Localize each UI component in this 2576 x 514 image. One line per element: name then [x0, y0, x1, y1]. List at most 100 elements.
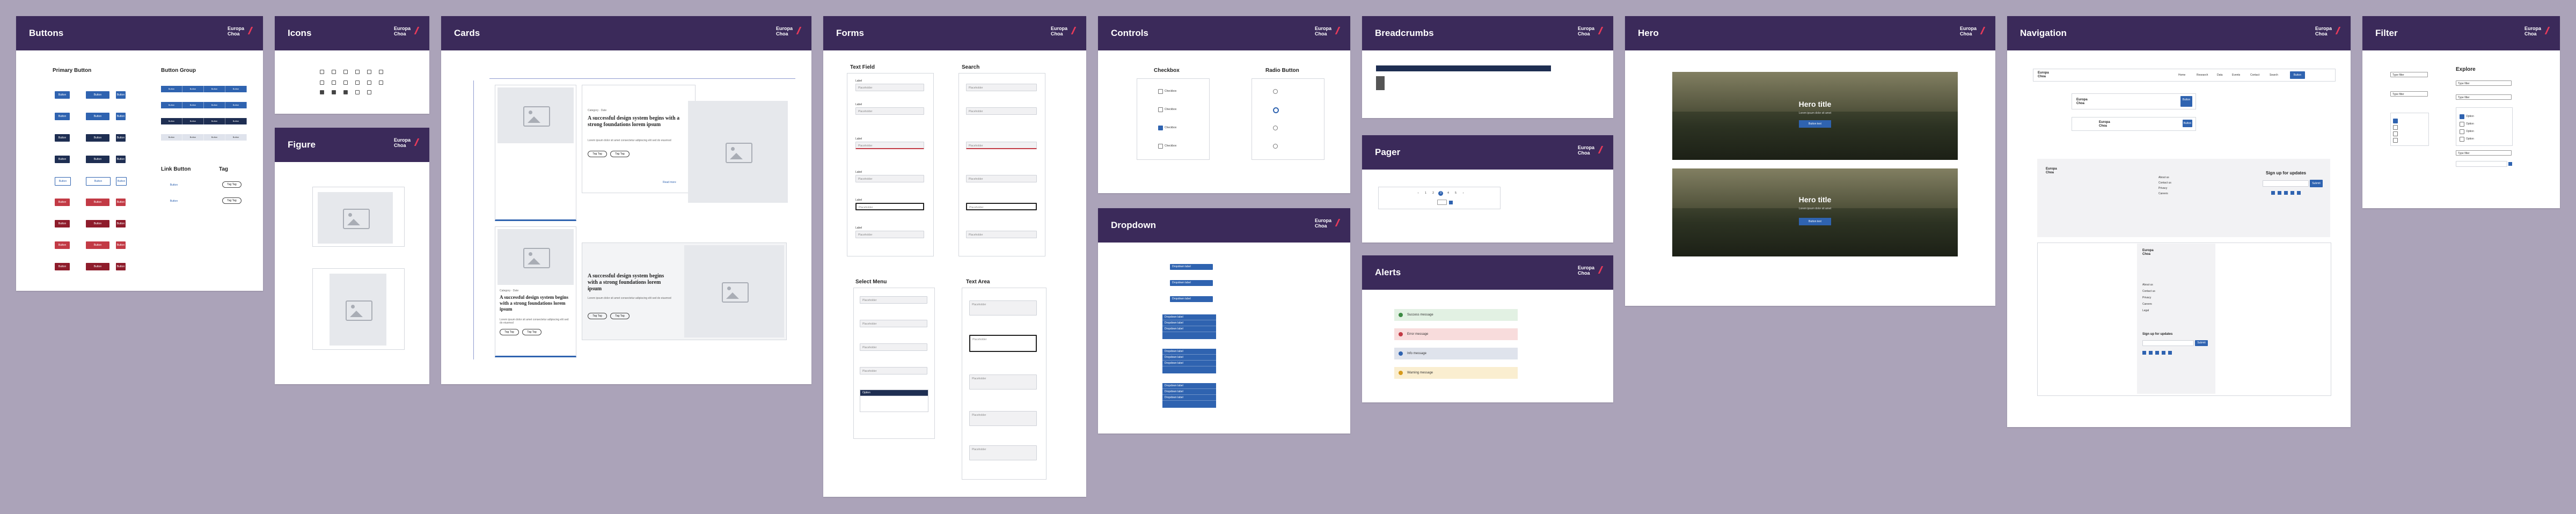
text-field[interactable]: Placeholder — [855, 231, 924, 238]
pager-page[interactable]: 5 — [1453, 191, 1458, 196]
nav-logo[interactable]: Europa Choa — [2076, 98, 2088, 106]
menu-button[interactable]: Button — [2183, 120, 2192, 127]
search-field[interactable]: Placeholder — [966, 142, 1037, 149]
filter-checkbox[interactable] — [2460, 114, 2464, 119]
card[interactable]: A successful design system begins with a… — [582, 243, 787, 340]
nav-logo[interactable]: Europa Choa — [2099, 121, 2110, 128]
primary-button[interactable]: Button — [86, 113, 109, 120]
filter-checkbox[interactable] — [2393, 131, 2398, 136]
primary-button[interactable]: Button — [86, 91, 109, 99]
select-menu[interactable]: Placeholder — [860, 343, 927, 351]
checkbox[interactable] — [1158, 107, 1163, 112]
primary-button[interactable]: Button — [55, 177, 71, 186]
primary-button[interactable]: Button — [55, 263, 70, 270]
signup-email[interactable] — [2263, 180, 2309, 187]
filter-checkbox[interactable] — [2460, 137, 2464, 142]
primary-button[interactable]: Button — [116, 177, 127, 186]
primary-button[interactable]: Button — [116, 91, 126, 99]
filter-checkbox[interactable] — [2460, 129, 2464, 134]
button-group[interactable]: Button Button Button Button — [161, 86, 247, 92]
pager-page[interactable]: 1 — [1423, 191, 1428, 196]
primary-button[interactable]: Button — [116, 156, 126, 163]
text-area[interactable]: Placeholder — [969, 445, 1037, 460]
primary-button[interactable]: Button — [86, 263, 109, 270]
filter-select[interactable]: Type filter — [2456, 94, 2512, 100]
signup-button[interactable]: Submit — [2195, 340, 2208, 346]
primary-button[interactable]: Button — [55, 134, 70, 142]
primary-button[interactable]: Button — [86, 220, 109, 227]
dropdown-button[interactable]: Dropdown label — [1170, 296, 1213, 302]
linkedin-icon[interactable] — [2155, 351, 2159, 355]
footer-link[interactable]: Careers — [2158, 192, 2168, 195]
filter-checkbox[interactable] — [2393, 125, 2398, 130]
hero-cta-button[interactable]: Button text — [1799, 120, 1831, 128]
text-area[interactable]: Placeholder — [969, 411, 1037, 426]
primary-button[interactable]: Button — [116, 263, 126, 270]
filter-select[interactable]: Type filter — [2390, 72, 2428, 77]
primary-button[interactable]: Button — [55, 241, 70, 249]
card-tag[interactable]: Tag Tag — [588, 313, 607, 319]
filter-select[interactable]: Type filter — [2456, 150, 2512, 156]
footer-link[interactable]: Contact us — [2142, 290, 2155, 293]
primary-button[interactable]: Button — [116, 134, 126, 142]
nav-item[interactable]: Search — [2270, 74, 2278, 77]
search-field[interactable]: Placeholder — [966, 107, 1037, 115]
filter-checkbox[interactable] — [2393, 138, 2398, 143]
card-tag[interactable]: Tag Tag — [610, 313, 630, 319]
menu-button[interactable]: Button — [2180, 96, 2192, 107]
nav-item[interactable]: Research — [2197, 74, 2208, 77]
text-field[interactable]: Placeholder — [855, 142, 924, 149]
button-group[interactable]: Button Button Button Button — [161, 102, 247, 108]
footer-link[interactable]: Careers — [2142, 303, 2152, 306]
filter-checkbox[interactable] — [2393, 119, 2398, 123]
dropdown-button[interactable]: Dropdown label — [1170, 280, 1213, 286]
button-group[interactable]: Button Button Button Button — [161, 134, 247, 141]
filter-select[interactable]: Type filter — [2456, 80, 2512, 86]
primary-button[interactable]: Button — [86, 177, 111, 186]
instagram-icon[interactable] — [2168, 351, 2172, 355]
twitter-icon[interactable] — [2278, 191, 2281, 195]
primary-button[interactable]: Button — [116, 220, 126, 227]
search-field[interactable]: Placeholder — [966, 84, 1037, 91]
primary-button[interactable]: Button — [86, 156, 109, 163]
primary-button[interactable]: Button — [55, 91, 70, 99]
pager-jump[interactable] — [1449, 201, 1453, 204]
dropdown-button[interactable]: Dropdown label — [1170, 264, 1213, 270]
dropdown-menu[interactable]: Dropdown label Dropdown label Dropdown lab… — [1162, 314, 1216, 339]
nav-item[interactable]: Home — [2178, 74, 2185, 77]
link-button[interactable]: Button — [166, 197, 181, 205]
primary-button[interactable]: Button — [116, 241, 126, 249]
pager-select[interactable] — [1437, 200, 1447, 205]
dropdown-menu[interactable]: Dropdown label Dropdown label Dropdown lab… — [1162, 383, 1216, 408]
select-menu[interactable]: Placeholder — [860, 367, 927, 375]
tag[interactable]: Tag Tag — [222, 197, 241, 204]
nav-item[interactable]: Contact — [2250, 74, 2259, 77]
primary-button[interactable]: Button — [55, 113, 70, 120]
primary-button[interactable]: Button — [55, 199, 70, 206]
tag[interactable]: Tag Tag — [222, 181, 241, 188]
pager-next[interactable]: › — [1461, 191, 1466, 196]
card[interactable]: Category · Date A successful design syst… — [495, 226, 576, 357]
primary-button[interactable]: Button — [86, 134, 109, 142]
instagram-icon[interactable] — [2297, 191, 2301, 195]
pager-page[interactable]: 2 — [1431, 191, 1436, 196]
select-menu[interactable]: Placeholder — [860, 320, 927, 327]
footer-link[interactable]: Legal — [2142, 309, 2149, 312]
facebook-icon[interactable] — [2142, 351, 2146, 355]
radio-button[interactable] — [1273, 144, 1278, 149]
twitter-icon[interactable] — [2149, 351, 2153, 355]
checkbox[interactable] — [1158, 89, 1163, 94]
search-field[interactable]: Placeholder — [966, 231, 1037, 238]
nav-logo[interactable]: Europa Choa — [2038, 71, 2049, 79]
card-tag[interactable]: Tag Tag — [588, 151, 607, 157]
select-menu[interactable]: Placeholder — [860, 296, 927, 304]
primary-button[interactable]: Button — [116, 199, 126, 206]
primary-button[interactable]: Button — [116, 113, 126, 120]
card-tag[interactable]: Tag Tag — [610, 151, 630, 157]
checkbox[interactable] — [1158, 144, 1163, 149]
text-area[interactable]: Placeholder — [969, 375, 1037, 390]
nav-cta-button[interactable]: Button — [2290, 71, 2305, 79]
footer-link[interactable]: Privacy — [2142, 296, 2151, 299]
card-tag[interactable]: Tag Tag — [522, 329, 541, 335]
card[interactable] — [495, 85, 576, 221]
